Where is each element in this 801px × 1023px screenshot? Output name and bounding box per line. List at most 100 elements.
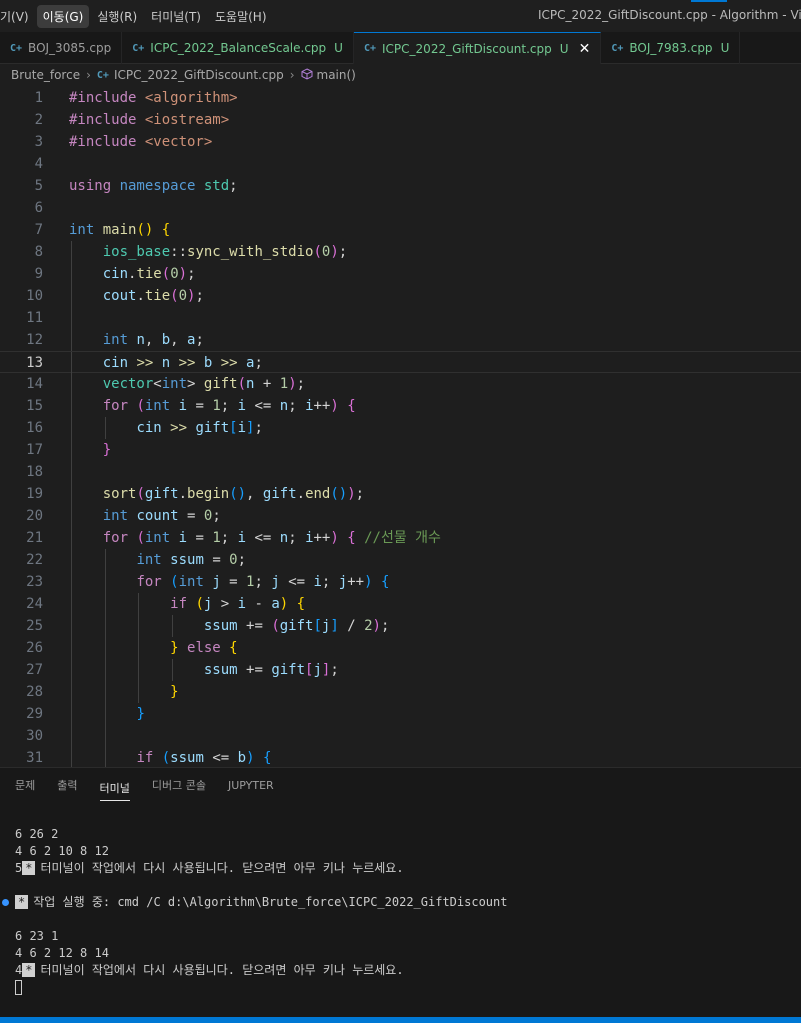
code-text: if (j > i - a) {: [69, 593, 305, 615]
breadcrumb-folder[interactable]: Brute_force: [11, 68, 80, 82]
editor-tab-bar: C+ BOJ_3085.cpp C+ ICPC_2022_BalanceScale.c…: [0, 32, 801, 64]
code-line[interactable]: 14 vector<int> gift(n + 1);: [0, 373, 801, 395]
terminal-badge: *: [22, 861, 36, 875]
code-token: /: [338, 618, 365, 634]
menu-item[interactable]: 실행(R): [91, 5, 143, 28]
code-line[interactable]: 20 int count = 0;: [0, 505, 801, 527]
code-token: 2: [364, 618, 373, 634]
code-line[interactable]: 13 cin >> n >> b >> a;: [0, 351, 801, 374]
code-token: (: [136, 398, 145, 414]
terminal-text: 터미널이 작업에서 다시 사용됩니다. 닫으려면 아무 키나 누르세요.: [40, 963, 404, 977]
menu-item[interactable]: 기(V): [0, 5, 35, 28]
code-text: }: [69, 703, 145, 725]
code-line[interactable]: 3 #include <vector>: [0, 131, 801, 153]
code-token: (): [229, 486, 247, 502]
code-token: >>: [220, 355, 247, 371]
code-line[interactable]: 10 cout.tie(0);: [0, 285, 801, 307]
code-token: ): [330, 530, 339, 546]
code-token: () {: [136, 222, 171, 238]
code-line[interactable]: 23 for (int j = 1; j <= i; j++) {: [0, 571, 801, 593]
code-line[interactable]: 24 if (j > i - a) {: [0, 593, 801, 615]
code-line[interactable]: 28 }: [0, 681, 801, 703]
breadcrumb-file[interactable]: ICPC_2022_GiftDiscount.cpp: [114, 68, 284, 82]
code-text: cin >> gift[i];: [69, 417, 262, 439]
code-line[interactable]: 11: [0, 307, 801, 329]
panel-tab[interactable]: JUPYTER: [228, 768, 274, 804]
code-token: b: [161, 332, 171, 348]
code-token: int: [161, 376, 188, 392]
editor-tab[interactable]: C+ BOJ_7983.cpp U: [601, 32, 741, 64]
menu-item[interactable]: 터미널(T): [145, 5, 207, 28]
terminal-badge: *: [15, 895, 29, 909]
code-line[interactable]: 31 if (ssum <= b) {: [0, 747, 801, 767]
code-line[interactable]: 26 } else {: [0, 637, 801, 659]
code-line[interactable]: 15 for (int i = 1; i <= n; i++) {: [0, 395, 801, 417]
code-line[interactable]: 9 cin.tie(0);: [0, 263, 801, 285]
code-token: >: [187, 376, 204, 392]
code-token: <: [153, 376, 162, 392]
code-line[interactable]: 22 int ssum = 0;: [0, 549, 801, 571]
code-line[interactable]: 5 using namespace std;: [0, 175, 801, 197]
code-token: {: [229, 640, 238, 656]
code-line[interactable]: 27 ssum += gift[j];: [0, 659, 801, 681]
code-text: cout.tie(0);: [69, 285, 204, 307]
code-line[interactable]: 29 }: [0, 703, 801, 725]
panel-tab[interactable]: 디버그 콘솔: [152, 768, 206, 804]
code-token: .: [178, 486, 188, 502]
terminal-line: * 작업 실행 중: cmd /C d:\Algorithm\Brute_forc…: [0, 894, 801, 911]
code-line[interactable]: 21 for (int i = 1; i <= n; i++) { //선물 개…: [0, 527, 801, 549]
terminal-text: 6 26 2: [15, 827, 59, 841]
code-token: gift: [144, 486, 179, 502]
code-token: +=: [246, 662, 272, 678]
code-token: cin: [102, 355, 137, 371]
code-line[interactable]: 2 #include <iostream>: [0, 109, 801, 131]
line-number: 17: [26, 442, 43, 458]
code-token: >: [220, 596, 238, 612]
code-line[interactable]: 12 int n, b, a;: [0, 329, 801, 351]
terminal-badge: *: [22, 963, 36, 977]
code-editor[interactable]: 1 #include <algorithm> 2 #include <iostream…: [0, 87, 801, 767]
editor-tab[interactable]: C+ ICPC_2022_BalanceScale.cpp U: [122, 32, 354, 64]
code-token: }: [136, 706, 145, 722]
code-line[interactable]: 6: [0, 197, 801, 219]
code-token: (: [161, 750, 171, 766]
editor-tab[interactable]: C+ BOJ_3085.cpp: [0, 32, 123, 64]
code-line[interactable]: 7 int main() {: [0, 219, 801, 241]
breadcrumb-symbol[interactable]: main(): [317, 68, 356, 82]
panel-tab[interactable]: 출력: [57, 768, 77, 804]
menu-item[interactable]: 이동(G): [36, 4, 90, 28]
code-line[interactable]: 19 sort(gift.begin(), gift.end());: [0, 483, 801, 505]
line-number: 11: [26, 310, 43, 326]
code-token: {: [347, 530, 356, 546]
code-token: ;: [187, 266, 196, 282]
line-number: 20: [26, 508, 43, 524]
menu-item[interactable]: 도움말(H): [209, 5, 273, 28]
code-token: 0: [178, 288, 188, 304]
code-line[interactable]: 25 ssum += (gift[j] / 2);: [0, 615, 801, 637]
code-token: <vector>: [144, 134, 213, 150]
code-token: ++: [313, 530, 331, 546]
code-token: ): [288, 376, 297, 392]
code-line[interactable]: 17 }: [0, 439, 801, 461]
terminal-output[interactable]: 6 26 24 6 2 10 8 12 5 * 터미널이 작업에서 다시 사용됩니다.…: [0, 826, 801, 996]
line-number: 14: [26, 376, 43, 392]
code-text: } else {: [69, 637, 238, 659]
code-token: (: [161, 266, 171, 282]
editor-tab[interactable]: C+ ICPC_2022_GiftDiscount.cpp U ✕: [353, 32, 602, 64]
code-line[interactable]: 18: [0, 461, 801, 483]
panel-tab[interactable]: 터미널: [99, 771, 130, 801]
panel-tab[interactable]: 문제: [15, 768, 35, 804]
code-token: i: [305, 530, 314, 546]
code-line[interactable]: 1 #include <algorithm>: [0, 87, 801, 109]
code-text: cin >> n >> b >> a;: [69, 352, 263, 374]
code-line[interactable]: 30: [0, 725, 801, 747]
code-line[interactable]: 4: [0, 153, 801, 175]
code-token: =: [229, 574, 247, 590]
close-icon[interactable]: ✕: [579, 41, 591, 57]
code-line[interactable]: 8 ios_base::sync_with_stdio(0);: [0, 241, 801, 263]
code-token: b: [237, 750, 247, 766]
code-token: #include: [69, 90, 145, 106]
code-line[interactable]: 16 cin >> gift[i];: [0, 417, 801, 439]
line-number: 13: [26, 355, 43, 371]
